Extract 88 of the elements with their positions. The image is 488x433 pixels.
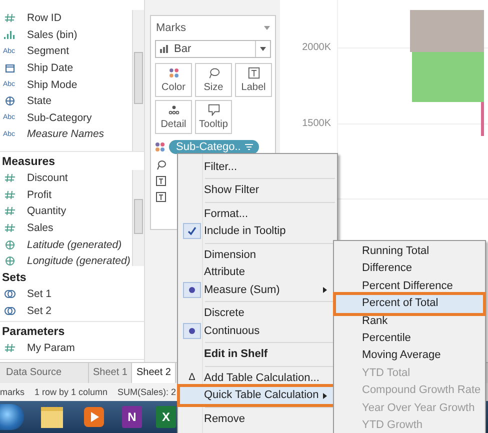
field-name[interactable]: Sales: [27, 222, 54, 234]
field-name[interactable]: Measure Names: [27, 128, 104, 140]
menu-item[interactable]: Include in Tooltip: [180, 222, 335, 240]
set-icon: [3, 306, 17, 316]
dots-icon: [155, 142, 165, 152]
menu-item[interactable]: Rank: [336, 312, 483, 330]
field-name[interactable]: Quantity: [27, 205, 66, 218]
section-header: Sets: [1, 271, 28, 286]
status-text: SUM(Sales): 2: [118, 387, 176, 397]
field-name[interactable]: Latitude (generated): [27, 238, 122, 251]
status-text: 1 row by 1 column: [34, 387, 108, 397]
hash-icon: [3, 206, 17, 216]
section-header: Parameters: [1, 325, 66, 340]
hash-icon: [3, 223, 17, 234]
field-name[interactable]: My Param: [27, 342, 75, 354]
menu-item[interactable]: Show Filter: [180, 182, 335, 199]
menu-item[interactable]: Moving Average: [336, 347, 483, 365]
menu-item[interactable]: Percent of Total: [336, 295, 483, 313]
text-icon: [156, 176, 166, 186]
notes-app-icon[interactable]: N: [122, 406, 142, 428]
field-name[interactable]: Row ID: [27, 12, 62, 24]
dots-icon: [166, 67, 180, 79]
menu-item[interactable]: Edit in Shelf: [180, 346, 335, 363]
menu-item[interactable]: Remove: [180, 410, 335, 428]
menu-item[interactable]: Filter...: [180, 158, 335, 176]
submenu-arrow-icon: [323, 392, 327, 398]
scrollbar[interactable]: [132, 170, 144, 266]
globe-icon: [3, 256, 17, 266]
dropdown-icon: [260, 47, 266, 51]
field-name[interactable]: Segment: [27, 45, 70, 58]
bar-chart-icon: [160, 45, 170, 53]
globe-icon: [3, 240, 17, 250]
color-button[interactable]: Color: [155, 63, 192, 97]
menu-item[interactable]: Quick Table Calculation: [180, 386, 335, 404]
size-button[interactable]: Size: [195, 63, 232, 97]
field-name[interactable]: Sub-Category: [27, 112, 92, 124]
label-button[interactable]: Label: [235, 63, 272, 97]
field-name[interactable]: Ship Date: [27, 62, 74, 74]
sheet-tab[interactable]: Sheet 2: [132, 363, 176, 383]
spreadsheet-app-icon[interactable]: X: [156, 406, 176, 428]
menu-item[interactable]: Percentile: [336, 330, 483, 348]
globe-icon: [3, 96, 17, 106]
lasso-icon: [206, 67, 220, 79]
field-name[interactable]: Set 2: [27, 304, 52, 317]
field-name[interactable]: Discount: [27, 172, 68, 184]
calendar-icon: [3, 63, 17, 74]
menu-item[interactable]: Running Total: [336, 243, 483, 260]
submenu-arrow-icon: [323, 287, 327, 293]
menu-item[interactable]: Dimension: [180, 246, 335, 264]
sort-icon: [244, 144, 253, 150]
menu-item[interactable]: Continuous: [180, 322, 335, 340]
field-name[interactable]: State: [27, 95, 52, 108]
hash-icon: [3, 13, 17, 24]
field-name[interactable]: Sales (bin): [27, 28, 78, 41]
tooltip-button[interactable]: Tooltip: [195, 100, 232, 134]
detail-button[interactable]: Detail: [155, 100, 192, 134]
text-icon: [246, 67, 260, 79]
field-name[interactable]: Ship Mode: [27, 78, 78, 91]
hash-icon: [3, 173, 17, 184]
check-icon: [183, 223, 201, 240]
menu-item[interactable]: Discrete: [180, 304, 335, 322]
scrollbar[interactable]: [132, 10, 144, 151]
menu-item[interactable]: Format...: [180, 205, 335, 222]
dots-icon: [166, 104, 180, 116]
menu-item[interactable]: Measure (Sum): [180, 281, 335, 298]
axis-label: 2000K: [302, 42, 331, 53]
text-icon: [156, 192, 166, 202]
menu-item[interactable]: Δ Add Table Calculation...: [180, 369, 335, 386]
mark-type-dropdown[interactable]: Bar: [155, 40, 271, 58]
section-header: Measures: [1, 155, 56, 170]
field-name[interactable]: Profit: [27, 188, 52, 201]
hash-icon: [3, 190, 17, 200]
dropdown-icon[interactable]: [264, 26, 270, 30]
axis-label: 1500K: [302, 118, 331, 129]
menu-item[interactable]: Attribute: [180, 264, 335, 281]
histogram-icon: [3, 30, 17, 40]
delta-icon: Δ: [188, 372, 196, 384]
card-title: Marks: [156, 22, 186, 34]
status-text: marks: [0, 387, 24, 397]
speech-bubble-icon: [206, 104, 220, 116]
field-name[interactable]: Longitude (generated): [27, 255, 130, 268]
start-button[interactable]: [0, 404, 24, 430]
hash-icon: [3, 343, 17, 354]
lasso-icon: [156, 160, 166, 170]
set-icon: [3, 289, 17, 300]
field-name[interactable]: Set 1: [27, 288, 52, 300]
menu-item[interactable]: Percent Difference: [336, 278, 483, 296]
menu-item[interactable]: Difference: [336, 260, 483, 278]
